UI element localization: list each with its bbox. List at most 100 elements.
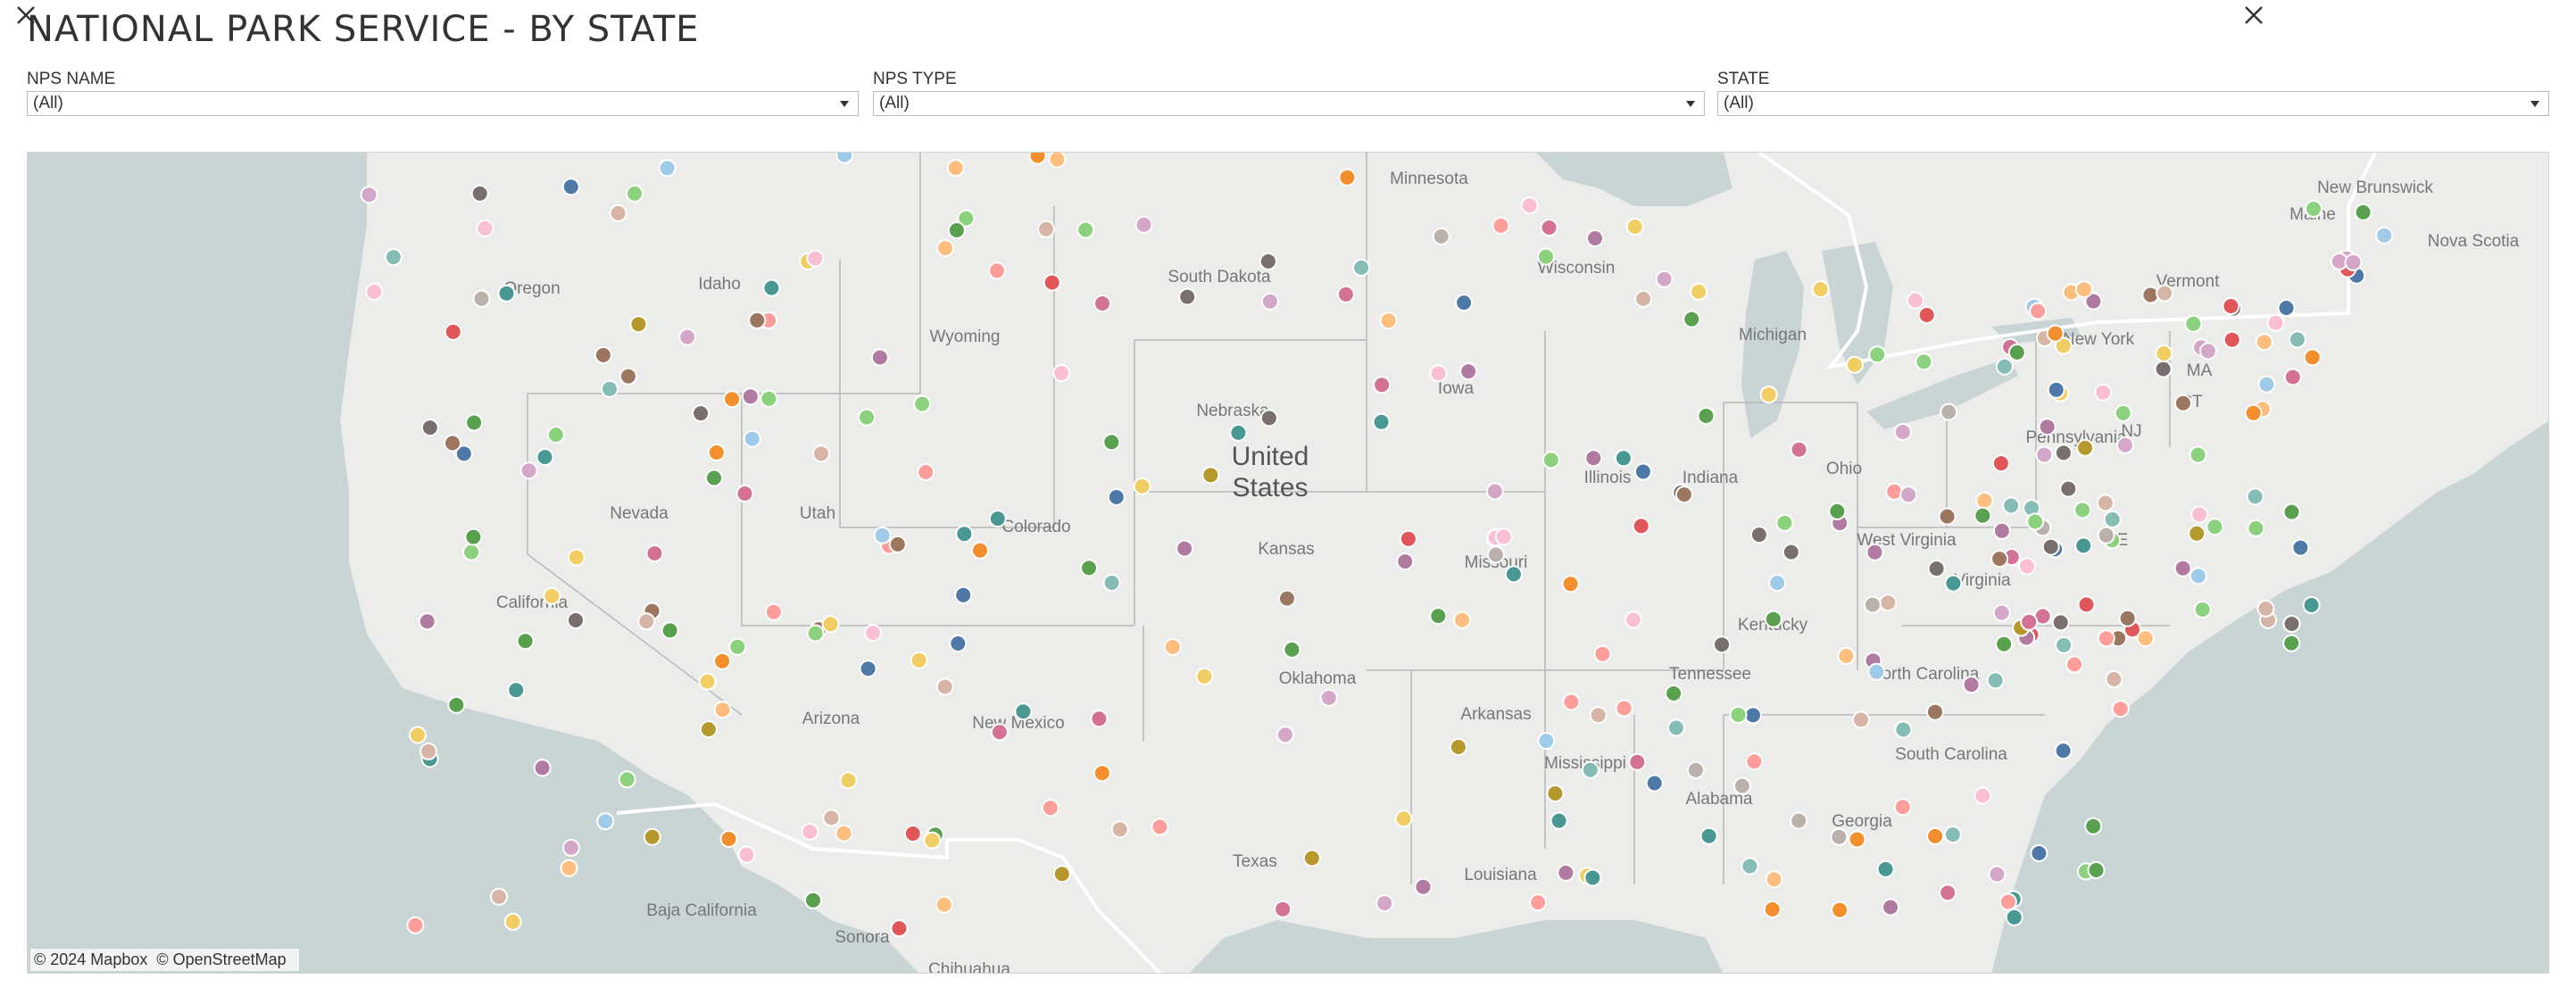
park-marker[interactable]	[873, 526, 892, 544]
park-marker[interactable]	[2354, 203, 2372, 221]
park-marker[interactable]	[2375, 226, 2394, 245]
park-marker[interactable]	[1634, 289, 1653, 308]
park-marker[interactable]	[2059, 479, 2078, 498]
park-marker[interactable]	[2283, 368, 2302, 386]
park-marker[interactable]	[699, 720, 718, 739]
park-marker[interactable]	[1043, 273, 1061, 292]
park-marker[interactable]	[2017, 557, 2036, 576]
park-marker[interactable]	[760, 389, 778, 408]
park-marker[interactable]	[1879, 593, 1898, 612]
park-marker[interactable]	[1110, 820, 1129, 839]
park-marker[interactable]	[1632, 517, 1650, 535]
park-marker[interactable]	[947, 221, 966, 239]
park-marker[interactable]	[1278, 589, 1296, 608]
park-marker[interactable]	[365, 283, 384, 301]
park-marker[interactable]	[806, 249, 825, 268]
park-marker[interactable]	[1090, 710, 1109, 728]
park-marker[interactable]	[1283, 640, 1301, 659]
park-marker[interactable]	[1494, 527, 1513, 546]
park-marker[interactable]	[2198, 342, 2217, 361]
park-marker[interactable]	[418, 612, 436, 631]
park-marker[interactable]	[626, 184, 644, 203]
park-marker[interactable]	[1429, 607, 1448, 626]
park-marker[interactable]	[2291, 538, 2310, 557]
park-marker[interactable]	[1830, 827, 1849, 846]
park-marker[interactable]	[1764, 610, 1782, 628]
park-marker[interactable]	[1540, 219, 1558, 237]
park-marker[interactable]	[2074, 280, 2093, 299]
park-marker[interactable]	[1151, 818, 1169, 836]
park-marker[interactable]	[1749, 526, 1768, 544]
park-marker[interactable]	[1586, 229, 1604, 247]
park-marker[interactable]	[2094, 383, 2113, 402]
park-marker[interactable]	[2114, 403, 2132, 422]
park-marker[interactable]	[2193, 601, 2212, 618]
park-marker[interactable]	[1899, 486, 1918, 504]
park-marker[interactable]	[1486, 545, 1505, 564]
park-marker[interactable]	[2076, 438, 2094, 457]
park-marker[interactable]	[859, 660, 877, 678]
park-marker[interactable]	[821, 615, 840, 634]
park-marker[interactable]	[1394, 809, 1413, 828]
park-marker[interactable]	[2173, 559, 2192, 577]
park-marker[interactable]	[2077, 595, 2096, 614]
park-marker[interactable]	[637, 612, 656, 631]
park-marker[interactable]	[822, 809, 841, 827]
park-marker[interactable]	[1163, 638, 1182, 656]
park-marker[interactable]	[1992, 603, 2011, 622]
park-marker[interactable]	[1455, 294, 1474, 312]
park-marker[interactable]	[567, 548, 586, 567]
park-marker[interactable]	[2282, 634, 2301, 652]
park-marker[interactable]	[835, 153, 854, 164]
park-marker[interactable]	[1562, 693, 1581, 711]
park-marker[interactable]	[678, 328, 697, 346]
nps-name-dropdown[interactable]: (All)	[27, 91, 859, 116]
park-marker[interactable]	[954, 585, 973, 604]
park-marker[interactable]	[1537, 247, 1555, 266]
park-marker[interactable]	[2266, 313, 2285, 332]
park-marker[interactable]	[1625, 218, 1644, 236]
park-marker[interactable]	[1550, 811, 1568, 830]
park-marker[interactable]	[1633, 462, 1652, 481]
park-marker[interactable]	[949, 635, 968, 652]
park-marker[interactable]	[1690, 282, 1708, 301]
park-marker[interactable]	[2103, 510, 2122, 528]
park-marker[interactable]	[406, 916, 425, 934]
park-marker[interactable]	[1837, 647, 1856, 665]
park-marker[interactable]	[1867, 662, 1886, 681]
park-marker[interactable]	[2105, 670, 2123, 688]
park-marker[interactable]	[2184, 314, 2203, 333]
park-marker[interactable]	[409, 726, 427, 744]
park-marker[interactable]	[864, 624, 882, 643]
park-marker[interactable]	[1628, 752, 1647, 771]
park-marker[interactable]	[801, 822, 819, 841]
park-marker[interactable]	[1882, 898, 1899, 917]
park-marker[interactable]	[1229, 423, 1248, 442]
park-marker[interactable]	[1302, 849, 1321, 867]
park-marker[interactable]	[1811, 280, 1830, 299]
park-marker[interactable]	[946, 159, 965, 178]
park-marker[interactable]	[2073, 501, 2092, 519]
park-marker[interactable]	[1990, 550, 2009, 569]
park-marker[interactable]	[707, 444, 726, 461]
park-marker[interactable]	[955, 525, 974, 544]
park-marker[interactable]	[2188, 524, 2206, 543]
park-marker[interactable]	[1259, 409, 1278, 427]
park-marker[interactable]	[748, 311, 767, 329]
park-marker[interactable]	[561, 178, 580, 196]
park-marker[interactable]	[2046, 324, 2065, 343]
park-marker[interactable]	[835, 824, 853, 842]
park-marker[interactable]	[618, 770, 636, 789]
park-marker[interactable]	[1260, 292, 1279, 311]
park-marker[interactable]	[1665, 685, 1683, 702]
park-marker[interactable]	[2303, 348, 2322, 367]
park-marker[interactable]	[601, 379, 619, 398]
park-marker[interactable]	[2007, 343, 2026, 361]
park-marker[interactable]	[643, 827, 661, 846]
park-marker[interactable]	[1014, 702, 1033, 721]
park-marker[interactable]	[2118, 609, 2137, 627]
park-marker[interactable]	[1259, 252, 1277, 270]
park-marker[interactable]	[698, 672, 717, 691]
park-marker[interactable]	[661, 621, 679, 640]
park-marker[interactable]	[2156, 284, 2174, 303]
